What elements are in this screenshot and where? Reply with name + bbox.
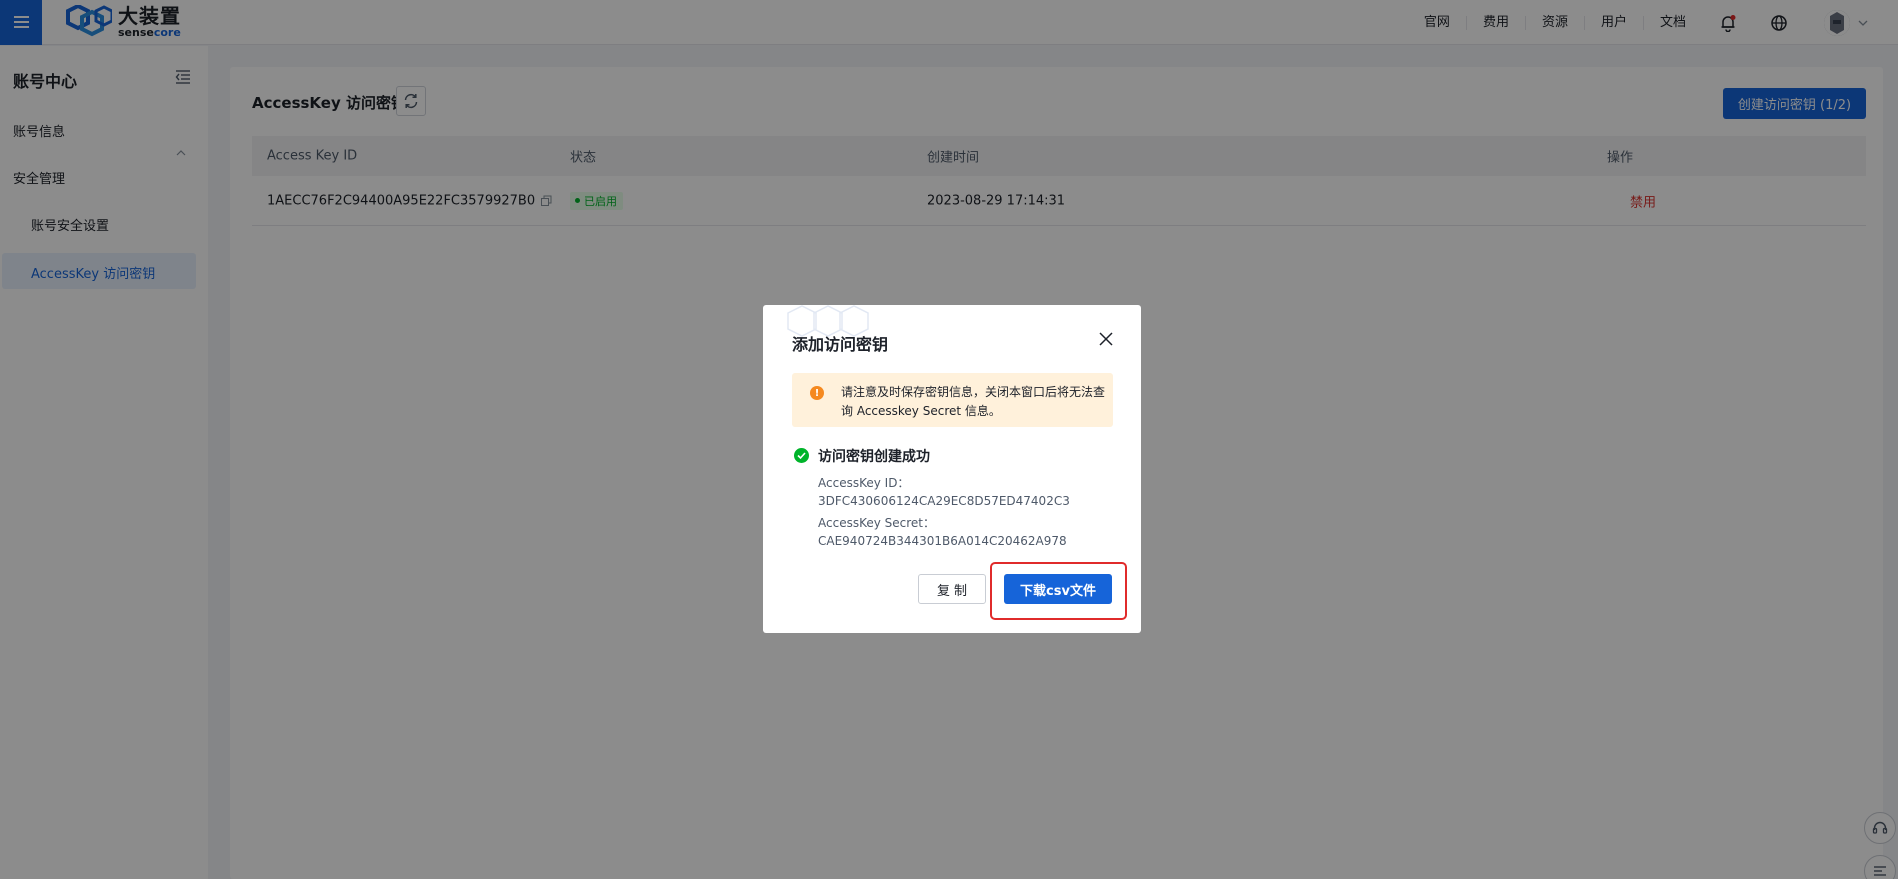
highlight-box [990, 562, 1127, 620]
copy-button[interactable]: 复制 [918, 574, 986, 604]
close-icon[interactable] [1096, 329, 1116, 349]
warning-alert: ! 请注意及时保存密钥信息，关闭本窗口后将无法查询 Accesskey Secr… [792, 373, 1113, 427]
accesskey-id-value: 3DFC430606124CA29EC8D57ED47402C3 [818, 494, 1070, 508]
accesskey-id-label: AccessKey ID： [818, 476, 910, 490]
accesskey-secret-value: CAE940724B344301B6A014C20462A978 [818, 534, 1067, 548]
warning-text: 请注意及时保存密钥信息，关闭本窗口后将无法查询 Accesskey Secret… [841, 385, 1106, 418]
check-circle-icon [794, 448, 809, 463]
accesskey-secret-label: AccessKey Secret： [818, 516, 936, 530]
dialog-title: 添加访问密钥 [792, 335, 889, 354]
success-title: 访问密钥创建成功 [818, 449, 930, 465]
warning-icon: ! [810, 386, 824, 400]
